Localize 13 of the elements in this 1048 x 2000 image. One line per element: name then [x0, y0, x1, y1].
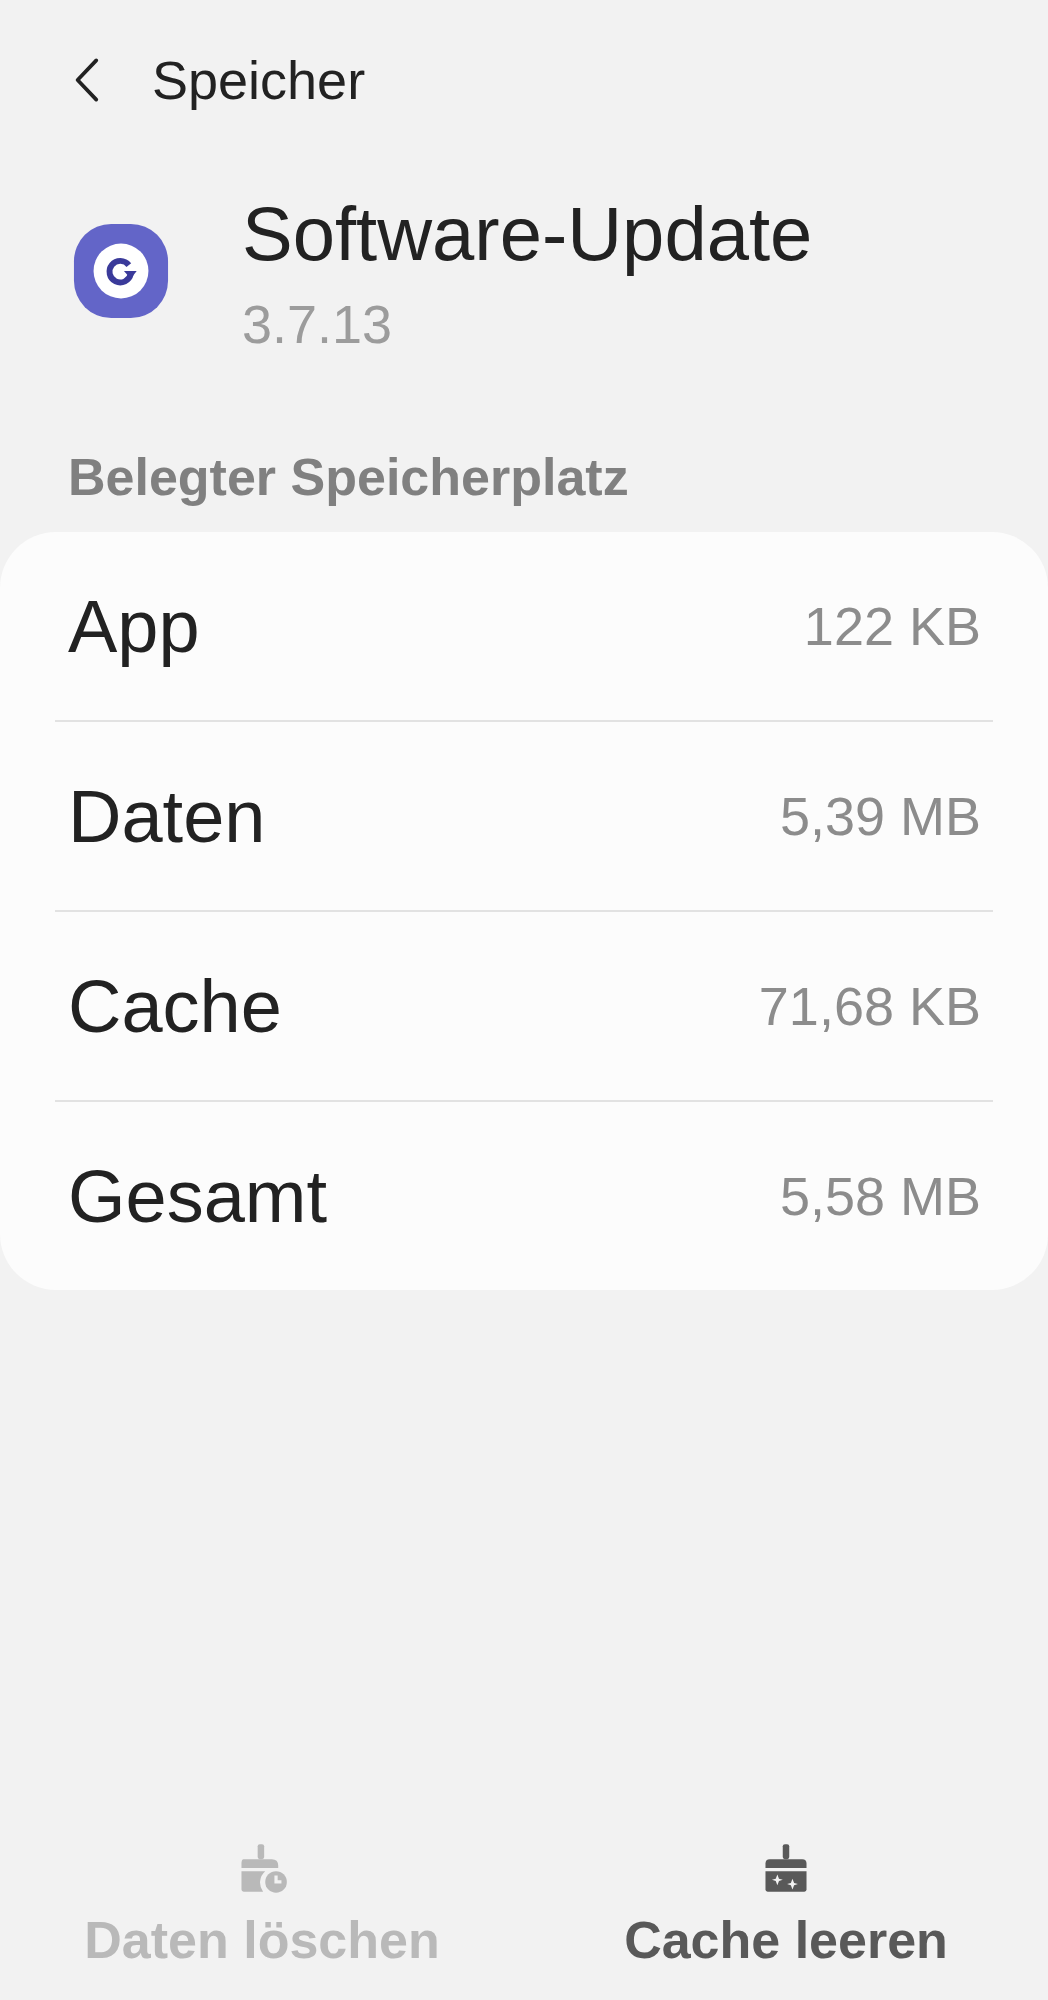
storage-label: Daten [68, 773, 266, 859]
app-version: 3.7.13 [242, 293, 394, 356]
storage-value: 71,68 KB [758, 975, 981, 1037]
storage-label: Gesamt [68, 1153, 328, 1239]
app-name: Software-Update [242, 190, 813, 278]
page-title: Speicher [152, 49, 366, 111]
section-title: Belegter Speicherplatz [67, 447, 630, 508]
storage-value: 5,39 MB [779, 785, 981, 847]
storage-label: App [68, 583, 200, 669]
clear-cache-button[interactable]: Cache leeren [524, 1842, 1048, 1980]
storage-value: 5,58 MB [779, 1165, 981, 1227]
storage-value: 122 KB [803, 595, 981, 657]
storage-label: Cache [68, 963, 282, 1049]
